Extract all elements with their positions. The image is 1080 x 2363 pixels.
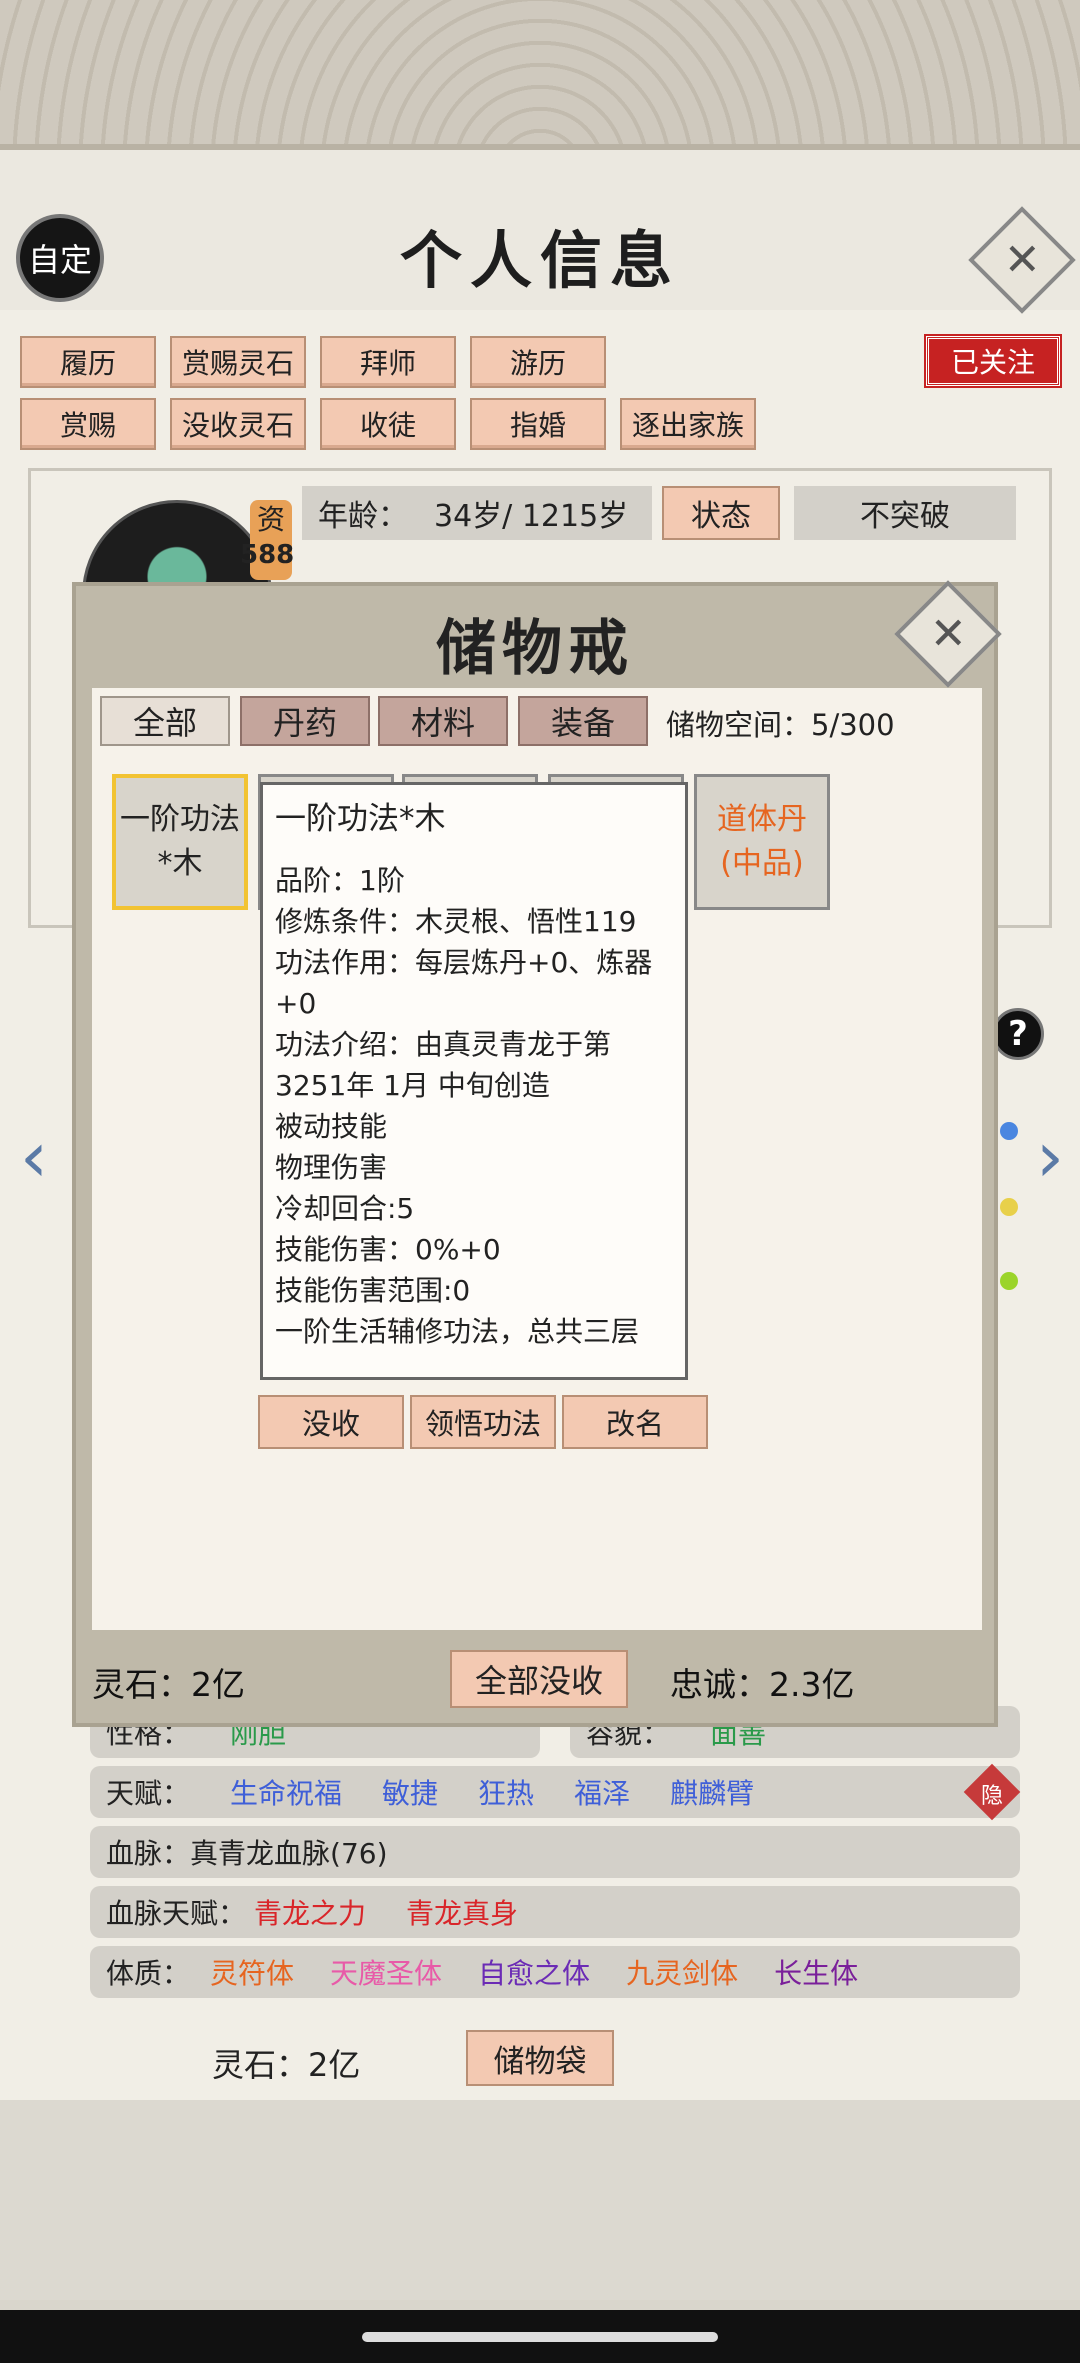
talent-item[interactable]: 麒麟臂 xyxy=(670,1772,754,1812)
age-label: 年龄： xyxy=(318,499,408,534)
tooltip-line: 技能伤害范围:0 xyxy=(275,1274,471,1307)
help-icon[interactable]: ? xyxy=(992,1008,1044,1060)
hidden-badge[interactable]: 隐 xyxy=(972,1774,1012,1814)
item-tooltip: 一阶功法*木 品阶：1阶 修炼条件：木灵根、悟性119 功法作用：每层炼丹+0、… xyxy=(260,782,688,1380)
confiscate-stone-button[interactable]: 没收灵石 xyxy=(170,398,306,450)
physique-item[interactable]: 九灵剑体 xyxy=(626,1952,738,1992)
tooltip-line: 修炼条件：木灵根、悟性119 xyxy=(275,905,637,938)
tooltip-line: 物理伤害 xyxy=(275,1151,388,1184)
followed-badge[interactable]: 已关注 xyxy=(924,334,1062,388)
age-value: 34岁/ 1215岁 xyxy=(434,499,629,534)
prev-arrow-icon[interactable]: ‹ xyxy=(4,1112,64,1202)
item-slot[interactable]: 道体丹 (中品) xyxy=(694,774,830,910)
bloodline-value[interactable]: 真青龙血脉(76) xyxy=(190,1832,387,1872)
talent-row: 天赋： 生命祝福 敏捷 狂热 福泽 麒麟臂 xyxy=(90,1766,1020,1818)
storage-spirit-stone: 灵石：2亿 xyxy=(92,1665,245,1704)
reward-button[interactable]: 赏赐 xyxy=(20,398,156,450)
physique-label: 体质： xyxy=(106,1957,191,1990)
physique-row: 体质： 灵符体 天魔圣体 自愈之体 九灵剑体 长生体 xyxy=(90,1946,1020,1998)
talent-item[interactable]: 福泽 xyxy=(574,1772,630,1812)
tooltip-line: 品阶：1阶 xyxy=(275,864,405,897)
storage-title: 储物戒 xyxy=(436,614,634,684)
apprentice-button[interactable]: 拜师 xyxy=(320,336,456,388)
storage-capacity: 储物空间：5/300 xyxy=(666,708,895,742)
travel-button[interactable]: 游历 xyxy=(470,336,606,388)
tooltip-line: 被动技能 xyxy=(275,1110,388,1143)
take-disciple-button[interactable]: 收徒 xyxy=(320,398,456,450)
talent-item[interactable]: 狂热 xyxy=(478,1772,534,1812)
arrange-marriage-button[interactable]: 指婚 xyxy=(470,398,606,450)
tooltip-line: 一阶生活辅修功法，总共三层 xyxy=(275,1315,640,1348)
tab-equipment[interactable]: 装备 xyxy=(518,696,648,746)
bottom-spirit-stone: 灵石：2亿 xyxy=(212,2046,361,2084)
tooltip-line: 功法介绍：由真灵青龙于第 xyxy=(275,1028,612,1061)
reward-stone-button[interactable]: 赏赐灵石 xyxy=(170,336,306,388)
green-dot-icon xyxy=(1000,1272,1018,1290)
blue-dot-icon xyxy=(1000,1122,1018,1140)
bloodline-label: 血脉： xyxy=(106,1837,191,1870)
physique-item[interactable]: 灵符体 xyxy=(210,1952,294,1992)
age-cell: 年龄： 34岁/ 1215岁 xyxy=(302,486,652,540)
home-indicator[interactable] xyxy=(362,2332,718,2342)
talent-item[interactable]: 敏捷 xyxy=(382,1772,438,1812)
loyalty-value: 忠诚：2.3亿 xyxy=(670,1665,855,1704)
item-slot[interactable]: 一阶功法 *木 xyxy=(112,774,248,910)
storage-bag-button[interactable]: 储物袋 xyxy=(466,2030,614,2086)
bloodline-talent-item[interactable]: 青龙真身 xyxy=(406,1892,518,1932)
resume-button[interactable]: 履历 xyxy=(20,336,156,388)
bottom-area xyxy=(0,2100,1080,2300)
bloodline-row: 血脉： 真青龙血脉(76) xyxy=(90,1826,1020,1878)
tooltip-line: 冷却回合:5 xyxy=(275,1192,415,1225)
close-icon: ✕ xyxy=(1003,234,1041,285)
talent-label: 天赋： xyxy=(106,1777,191,1810)
expel-button[interactable]: 逐出家族 xyxy=(620,398,756,450)
bloodline-talent-label: 血脉天赋： xyxy=(106,1897,247,1930)
breakthrough-value[interactable]: 不突破 xyxy=(794,486,1016,540)
top-decor-banner xyxy=(0,0,1080,150)
tooltip-line: 技能伤害：0%+0 xyxy=(275,1233,501,1266)
yellow-dot-icon xyxy=(1000,1198,1018,1216)
tab-pills[interactable]: 丹药 xyxy=(240,696,370,746)
confiscate-all-button[interactable]: 全部没收 xyxy=(450,1650,628,1708)
tooltip-line: +0 xyxy=(275,987,317,1020)
status-button[interactable]: 状态 xyxy=(662,486,780,540)
next-arrow-icon[interactable]: › xyxy=(1020,1112,1080,1202)
bloodline-talent-item[interactable]: 青龙之力 xyxy=(254,1892,366,1932)
comprehend-technique-button[interactable]: 领悟功法 xyxy=(410,1395,556,1449)
aptitude-value: 588 xyxy=(240,540,295,570)
tab-all[interactable]: 全部 xyxy=(100,696,230,746)
tooltip-line: 3251年 1月 中旬创造 xyxy=(275,1069,550,1102)
tooltip-title: 一阶功法*木 xyxy=(275,801,446,837)
tooltip-line: 功法作用：每层炼丹+0、炼器 xyxy=(275,946,653,979)
bloodline-talent-row: 血脉天赋： 青龙之力 青龙真身 xyxy=(90,1886,1020,1938)
close-icon: ✕ xyxy=(929,608,967,659)
page-title: 个人信息 xyxy=(399,224,680,297)
talent-item[interactable]: 生命祝福 xyxy=(230,1772,342,1812)
confiscate-item-button[interactable]: 没收 xyxy=(258,1395,404,1449)
physique-item[interactable]: 自愈之体 xyxy=(478,1952,590,1992)
physique-item[interactable]: 长生体 xyxy=(774,1952,858,1992)
tab-materials[interactable]: 材料 xyxy=(378,696,508,746)
physique-item[interactable]: 天魔圣体 xyxy=(330,1952,442,1992)
rename-button[interactable]: 改名 xyxy=(562,1395,708,1449)
